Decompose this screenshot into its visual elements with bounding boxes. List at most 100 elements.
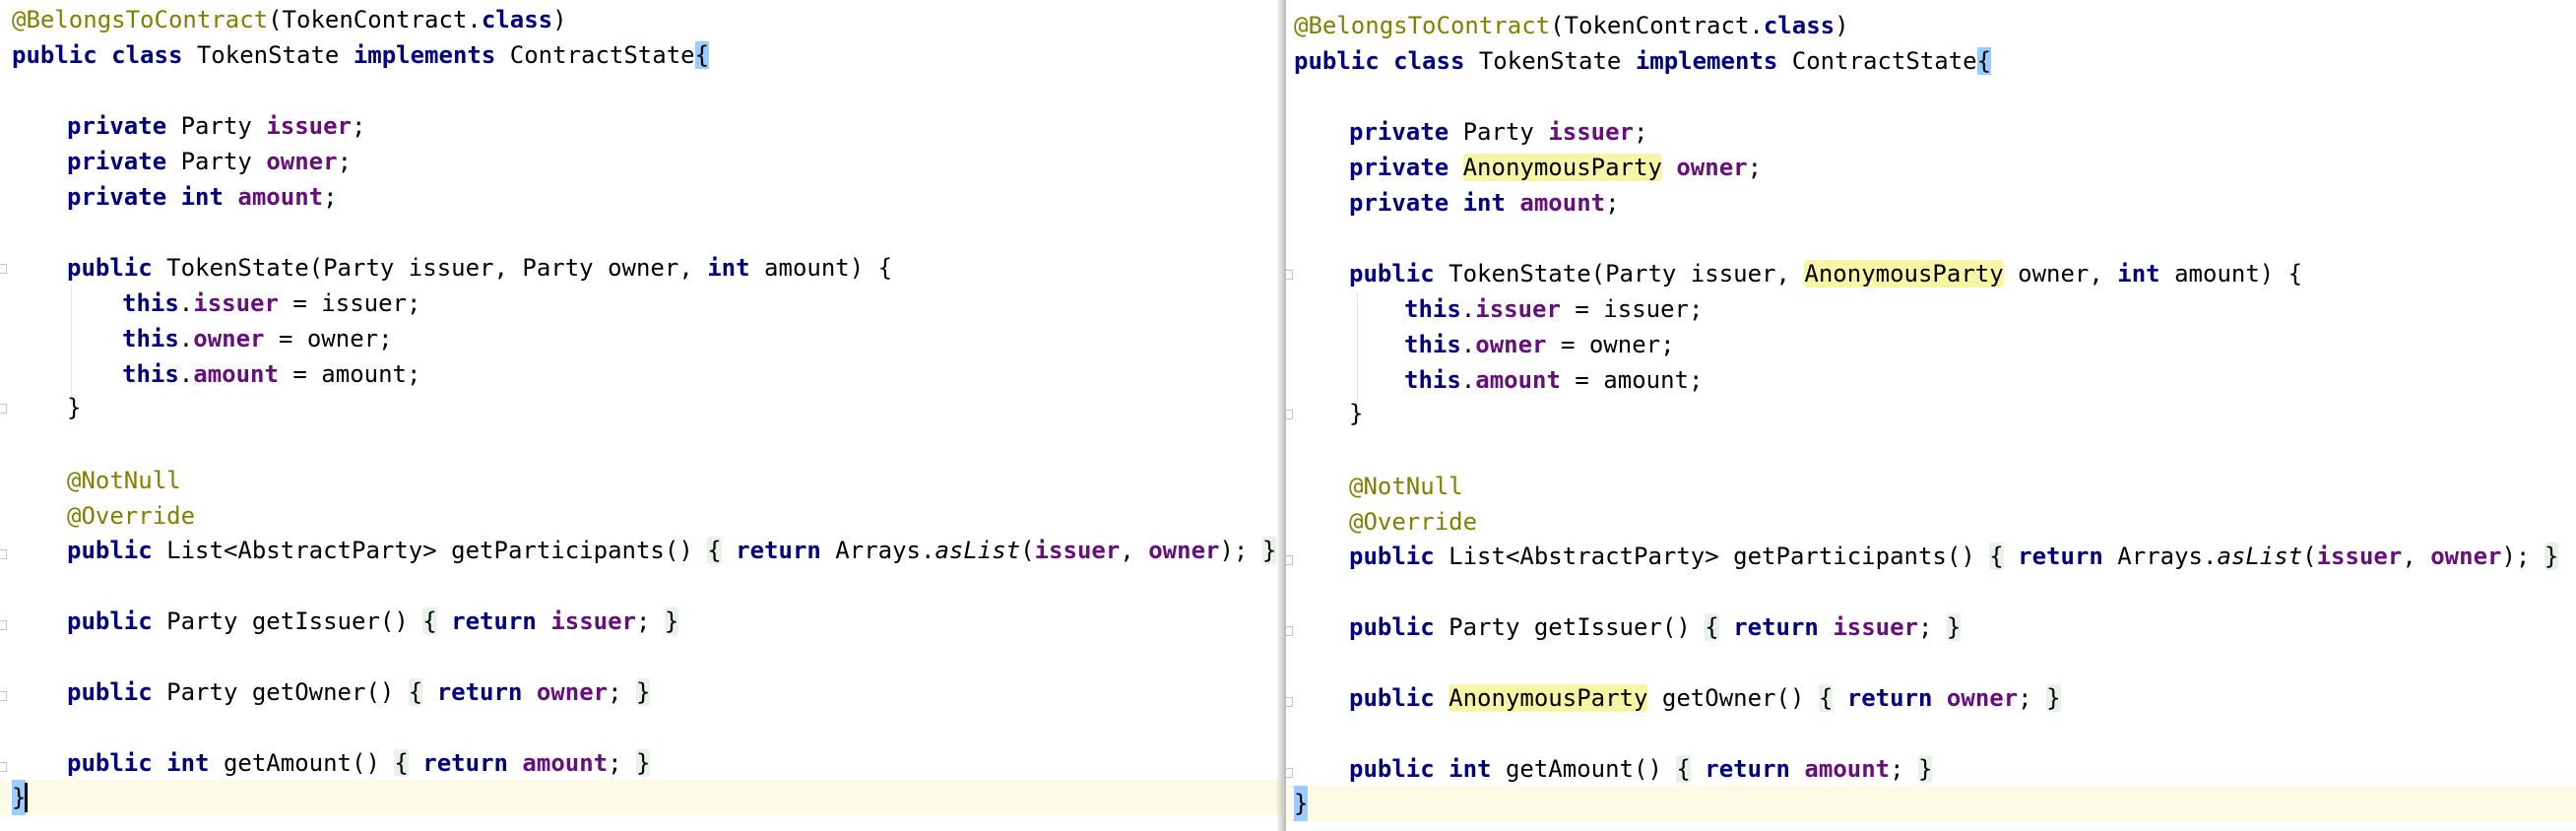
code-line[interactable]: public int getAmount() { return amount; … xyxy=(0,745,1283,781)
keyword: return xyxy=(736,537,821,564)
keyword: public int xyxy=(67,749,210,777)
current-line[interactable]: } xyxy=(1286,786,2576,821)
code-token: . xyxy=(178,289,194,317)
fold-region-open[interactable]: { xyxy=(707,537,722,564)
code-line[interactable]: public TokenState(Party issuer, Party ow… xyxy=(0,250,1283,286)
code-token: ; xyxy=(2018,684,2032,712)
annotation: @Override xyxy=(1349,508,1478,536)
code-token: } xyxy=(1349,400,1364,427)
code-line[interactable]: public AnonymousParty getOwner() { retur… xyxy=(1286,680,2576,716)
keyword: class xyxy=(481,6,553,33)
fold-region-close[interactable]: } xyxy=(2544,543,2559,570)
code-token: ) xyxy=(552,6,567,33)
highlighted-type-ref: AnonymousParty xyxy=(1449,684,1648,712)
code-token: ; xyxy=(352,112,366,140)
code-line[interactable]: @BelongsToContract(TokenContract.class) xyxy=(0,2,1283,37)
code-token: . xyxy=(1460,331,1476,358)
code-line[interactable]: private AnonymousParty owner; xyxy=(1286,150,2576,185)
code-line[interactable]: public Party getIssuer() { return issuer… xyxy=(1286,609,2576,645)
keyword: this xyxy=(122,360,179,388)
left-editor-pane[interactable]: @BelongsToContract(TokenContract.class) … xyxy=(0,0,1283,831)
annotation: @BelongsToContract xyxy=(1294,12,1551,39)
keyword: implements xyxy=(353,41,496,69)
code-token: ( xyxy=(2302,543,2317,570)
code-token: . xyxy=(1460,366,1476,394)
code-line[interactable]: private int amount; xyxy=(1286,185,2576,221)
keyword: int xyxy=(707,254,750,282)
fold-region-close[interactable]: } xyxy=(636,678,651,706)
code-line[interactable]: this.owner = owner; xyxy=(0,321,1283,356)
fold-region-open[interactable]: { xyxy=(408,678,423,706)
code-line[interactable]: public int getAmount() { return amount; … xyxy=(1286,751,2576,787)
code-line[interactable]: } xyxy=(0,390,1283,425)
keyword: private int xyxy=(1349,189,1506,217)
keyword: return xyxy=(422,749,508,777)
code-line[interactable]: this.issuer = issuer; xyxy=(0,286,1283,321)
code-line[interactable]: public List<AbstractParty> getParticipan… xyxy=(1286,539,2576,574)
fold-region-close[interactable]: } xyxy=(636,749,651,777)
code-token: ; xyxy=(1890,755,1904,783)
method-signature: getAmount() xyxy=(1505,755,1662,783)
code-line[interactable]: this.amount = amount; xyxy=(1286,362,2576,398)
fold-region-close[interactable]: } xyxy=(2046,684,2061,712)
code-line[interactable]: private Party owner; xyxy=(0,144,1283,179)
code-token: . xyxy=(178,360,194,388)
code-line[interactable]: private int amount; xyxy=(0,179,1283,215)
code-line[interactable]: this.owner = owner; xyxy=(1286,327,2576,362)
code-line[interactable]: @NotNull xyxy=(0,463,1283,498)
code-line[interactable]: public class TokenState implements Contr… xyxy=(0,37,1283,73)
code-token: amount) { xyxy=(2159,260,2303,288)
fold-region-close[interactable]: } xyxy=(1918,755,1933,783)
right-editor-pane[interactable]: @BelongsToContract(TokenContract.class) … xyxy=(1286,0,2576,831)
field-name: owner xyxy=(1148,537,1220,564)
code-line[interactable]: public TokenState(Party issuer, Anonymou… xyxy=(1286,256,2576,291)
highlighted-type-ref: AnonymousParty xyxy=(1462,154,1662,181)
keyword: class xyxy=(1393,47,1465,75)
code-line[interactable]: @Override xyxy=(1286,504,2576,540)
code-line[interactable]: private Party issuer; xyxy=(0,108,1283,144)
code-line[interactable]: public List<AbstractParty> getParticipan… xyxy=(0,533,1283,568)
interface-ref: ContractState xyxy=(509,41,695,69)
code-line[interactable]: this.issuer = issuer; xyxy=(1286,291,2576,327)
matched-brace: { xyxy=(1976,47,1992,75)
fold-region-open[interactable]: { xyxy=(1989,543,2004,570)
code-line[interactable]: public Party getIssuer() { return issuer… xyxy=(0,604,1283,639)
fold-region-close[interactable]: } xyxy=(1946,613,1962,641)
fold-region-close[interactable]: } xyxy=(1261,537,1277,564)
method-signature: Party getIssuer() xyxy=(1449,613,1691,641)
fold-region-open[interactable]: { xyxy=(1705,613,1719,641)
code-line[interactable]: @BelongsToContract(TokenContract.class) xyxy=(1286,8,2576,43)
current-line[interactable]: } xyxy=(0,780,1283,815)
fold-region-open[interactable]: { xyxy=(1676,755,1691,783)
field-name: issuer xyxy=(1833,613,1919,641)
field-name: issuer xyxy=(193,289,279,317)
method-signature: Party getOwner() xyxy=(166,678,395,706)
fold-region-open[interactable]: { xyxy=(394,749,409,777)
code-line[interactable]: public Party getOwner() { return owner; … xyxy=(0,674,1283,710)
code-token: ; xyxy=(1747,154,1763,181)
code-token: . xyxy=(467,6,482,33)
code-token: ) xyxy=(1835,12,1849,39)
text-caret xyxy=(25,783,28,812)
fold-region-close[interactable]: } xyxy=(664,607,679,635)
code-line[interactable]: @Override xyxy=(0,498,1283,534)
code-token: owner, xyxy=(2003,260,2118,288)
field-name: owner xyxy=(193,325,265,352)
field-name: issuer xyxy=(266,112,353,140)
code-line[interactable]: public class TokenState implements Contr… xyxy=(1286,43,2576,79)
code-token: ; xyxy=(337,148,353,175)
fold-region-open[interactable]: { xyxy=(422,607,437,635)
keyword: public xyxy=(67,607,153,635)
code-line[interactable]: private Party issuer; xyxy=(1286,114,2576,150)
keyword: private xyxy=(67,112,167,140)
code-line[interactable]: } xyxy=(1286,396,2576,431)
field-name: owner xyxy=(536,678,609,706)
method-signature: getOwner() xyxy=(1661,684,1805,712)
method-signature: List<AbstractParty> getParticipants() xyxy=(166,537,693,564)
code-line[interactable]: @NotNull xyxy=(1286,469,2576,504)
keyword: private int xyxy=(67,183,224,211)
code-token: = owner; xyxy=(1546,331,1675,358)
code-line[interactable]: this.amount = amount; xyxy=(0,356,1283,392)
code-token: ; xyxy=(1605,189,1620,217)
fold-region-open[interactable]: { xyxy=(1818,684,1834,712)
